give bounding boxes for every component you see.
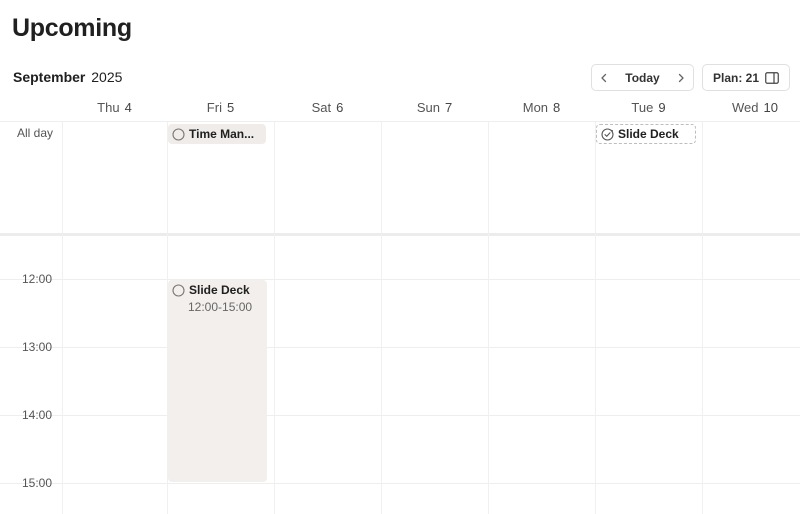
plan-button[interactable]: Plan: 21 — [702, 64, 790, 91]
column-divider — [274, 121, 275, 514]
allday-event-tue[interactable]: Slide Deck — [596, 124, 696, 144]
chevron-right-icon — [678, 73, 684, 82]
day-header-sun[interactable]: Sun 7 — [381, 100, 488, 120]
timed-event-fri[interactable]: Slide Deck 12:00-15:00 — [168, 280, 267, 482]
day-number: 8 — [553, 100, 561, 115]
day-header-wed[interactable]: Wed 10 — [702, 100, 800, 120]
day-header-mon[interactable]: Mon 8 — [488, 100, 595, 120]
time-label-12: 12:00 — [22, 272, 53, 286]
next-week-button[interactable] — [669, 65, 693, 90]
chevron-left-icon — [601, 73, 607, 82]
day-number: 6 — [336, 100, 344, 115]
circle-checkbox-icon[interactable] — [172, 127, 185, 141]
event-time: 12:00-15:00 — [188, 300, 253, 314]
day-number: 7 — [444, 100, 453, 115]
day-header-thu[interactable]: Thu 4 — [62, 100, 167, 120]
column-divider — [702, 121, 703, 514]
day-header-fri[interactable]: Fri 5 — [167, 100, 274, 120]
allday-divider — [0, 233, 800, 236]
month-year-label: September 2025 — [13, 69, 122, 85]
column-divider — [381, 121, 382, 514]
header-divider — [0, 121, 800, 122]
previous-week-button[interactable] — [592, 65, 616, 90]
day-number: 4 — [124, 100, 132, 115]
day-of-week: Wed — [732, 100, 759, 115]
day-header-tue[interactable]: Tue 9 — [595, 100, 702, 120]
hour-line-12 — [0, 279, 800, 280]
recurring-task-icon[interactable] — [601, 127, 614, 141]
day-of-week: Thu — [97, 100, 120, 115]
page-title: Upcoming — [12, 14, 132, 42]
event-title: Slide Deck — [189, 283, 250, 297]
allday-event-fri[interactable]: Time Man... — [168, 124, 266, 144]
allday-label: All day — [17, 126, 54, 140]
hour-line-13 — [0, 347, 800, 348]
hour-line-15 — [0, 483, 800, 484]
time-label-15: 15:00 — [22, 476, 53, 490]
event-title: Slide Deck — [618, 127, 679, 141]
event-title: Time Man... — [189, 127, 255, 141]
day-of-week: Mon — [522, 100, 549, 115]
column-divider — [595, 121, 596, 514]
day-header-sat[interactable]: Sat 6 — [274, 100, 381, 120]
day-of-week: Sat — [311, 100, 332, 115]
day-of-week: Fri — [206, 100, 222, 115]
month-label: September — [13, 69, 86, 85]
sidebar-panel-icon — [765, 71, 779, 84]
column-divider — [62, 121, 63, 514]
day-of-week: Sun — [416, 100, 440, 115]
circle-checkbox-icon[interactable] — [172, 283, 185, 297]
day-of-week: Tue — [631, 100, 654, 115]
plan-label: Plan: 21 — [712, 70, 760, 85]
column-divider — [488, 121, 489, 514]
day-number: 9 — [658, 100, 666, 115]
time-label-13: 13:00 — [22, 340, 53, 354]
today-button[interactable]: Today — [616, 65, 669, 90]
day-number: 5 — [226, 100, 235, 115]
date-navigation: Today — [591, 64, 694, 91]
year-label: 2025 — [91, 69, 123, 85]
time-label-14: 14:00 — [22, 408, 53, 422]
hour-line-14 — [0, 415, 800, 416]
day-number: 10 — [763, 100, 778, 115]
